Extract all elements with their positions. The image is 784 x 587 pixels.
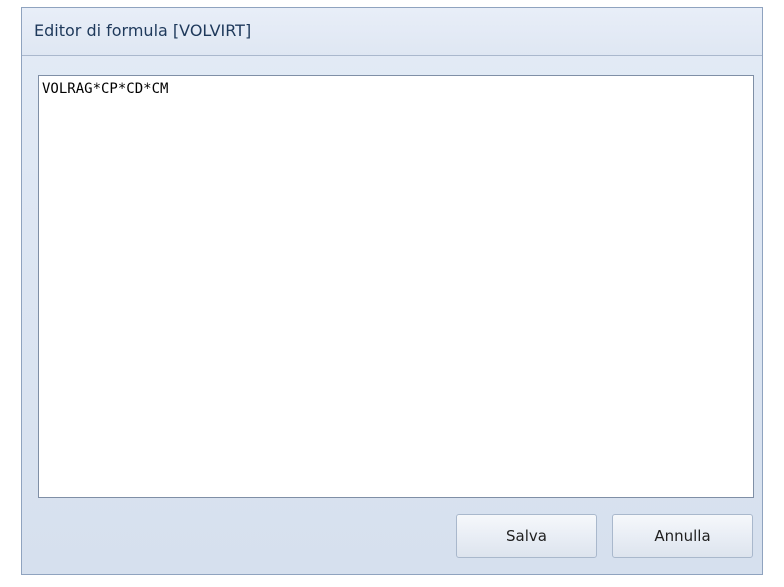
save-button[interactable]: Salva <box>456 514 597 558</box>
cancel-button[interactable]: Annulla <box>612 514 753 558</box>
formula-textarea[interactable] <box>38 75 754 498</box>
dialog-title: Editor di formula [VOLVIRT] <box>34 21 252 40</box>
dialog-titlebar: Editor di formula [VOLVIRT] <box>22 8 762 55</box>
formula-editor-dialog: Editor di formula [VOLVIRT] Salva Annull… <box>21 7 763 575</box>
screen: Editor di formula [VOLVIRT] Salva Annull… <box>0 0 784 587</box>
titlebar-divider <box>22 55 762 56</box>
